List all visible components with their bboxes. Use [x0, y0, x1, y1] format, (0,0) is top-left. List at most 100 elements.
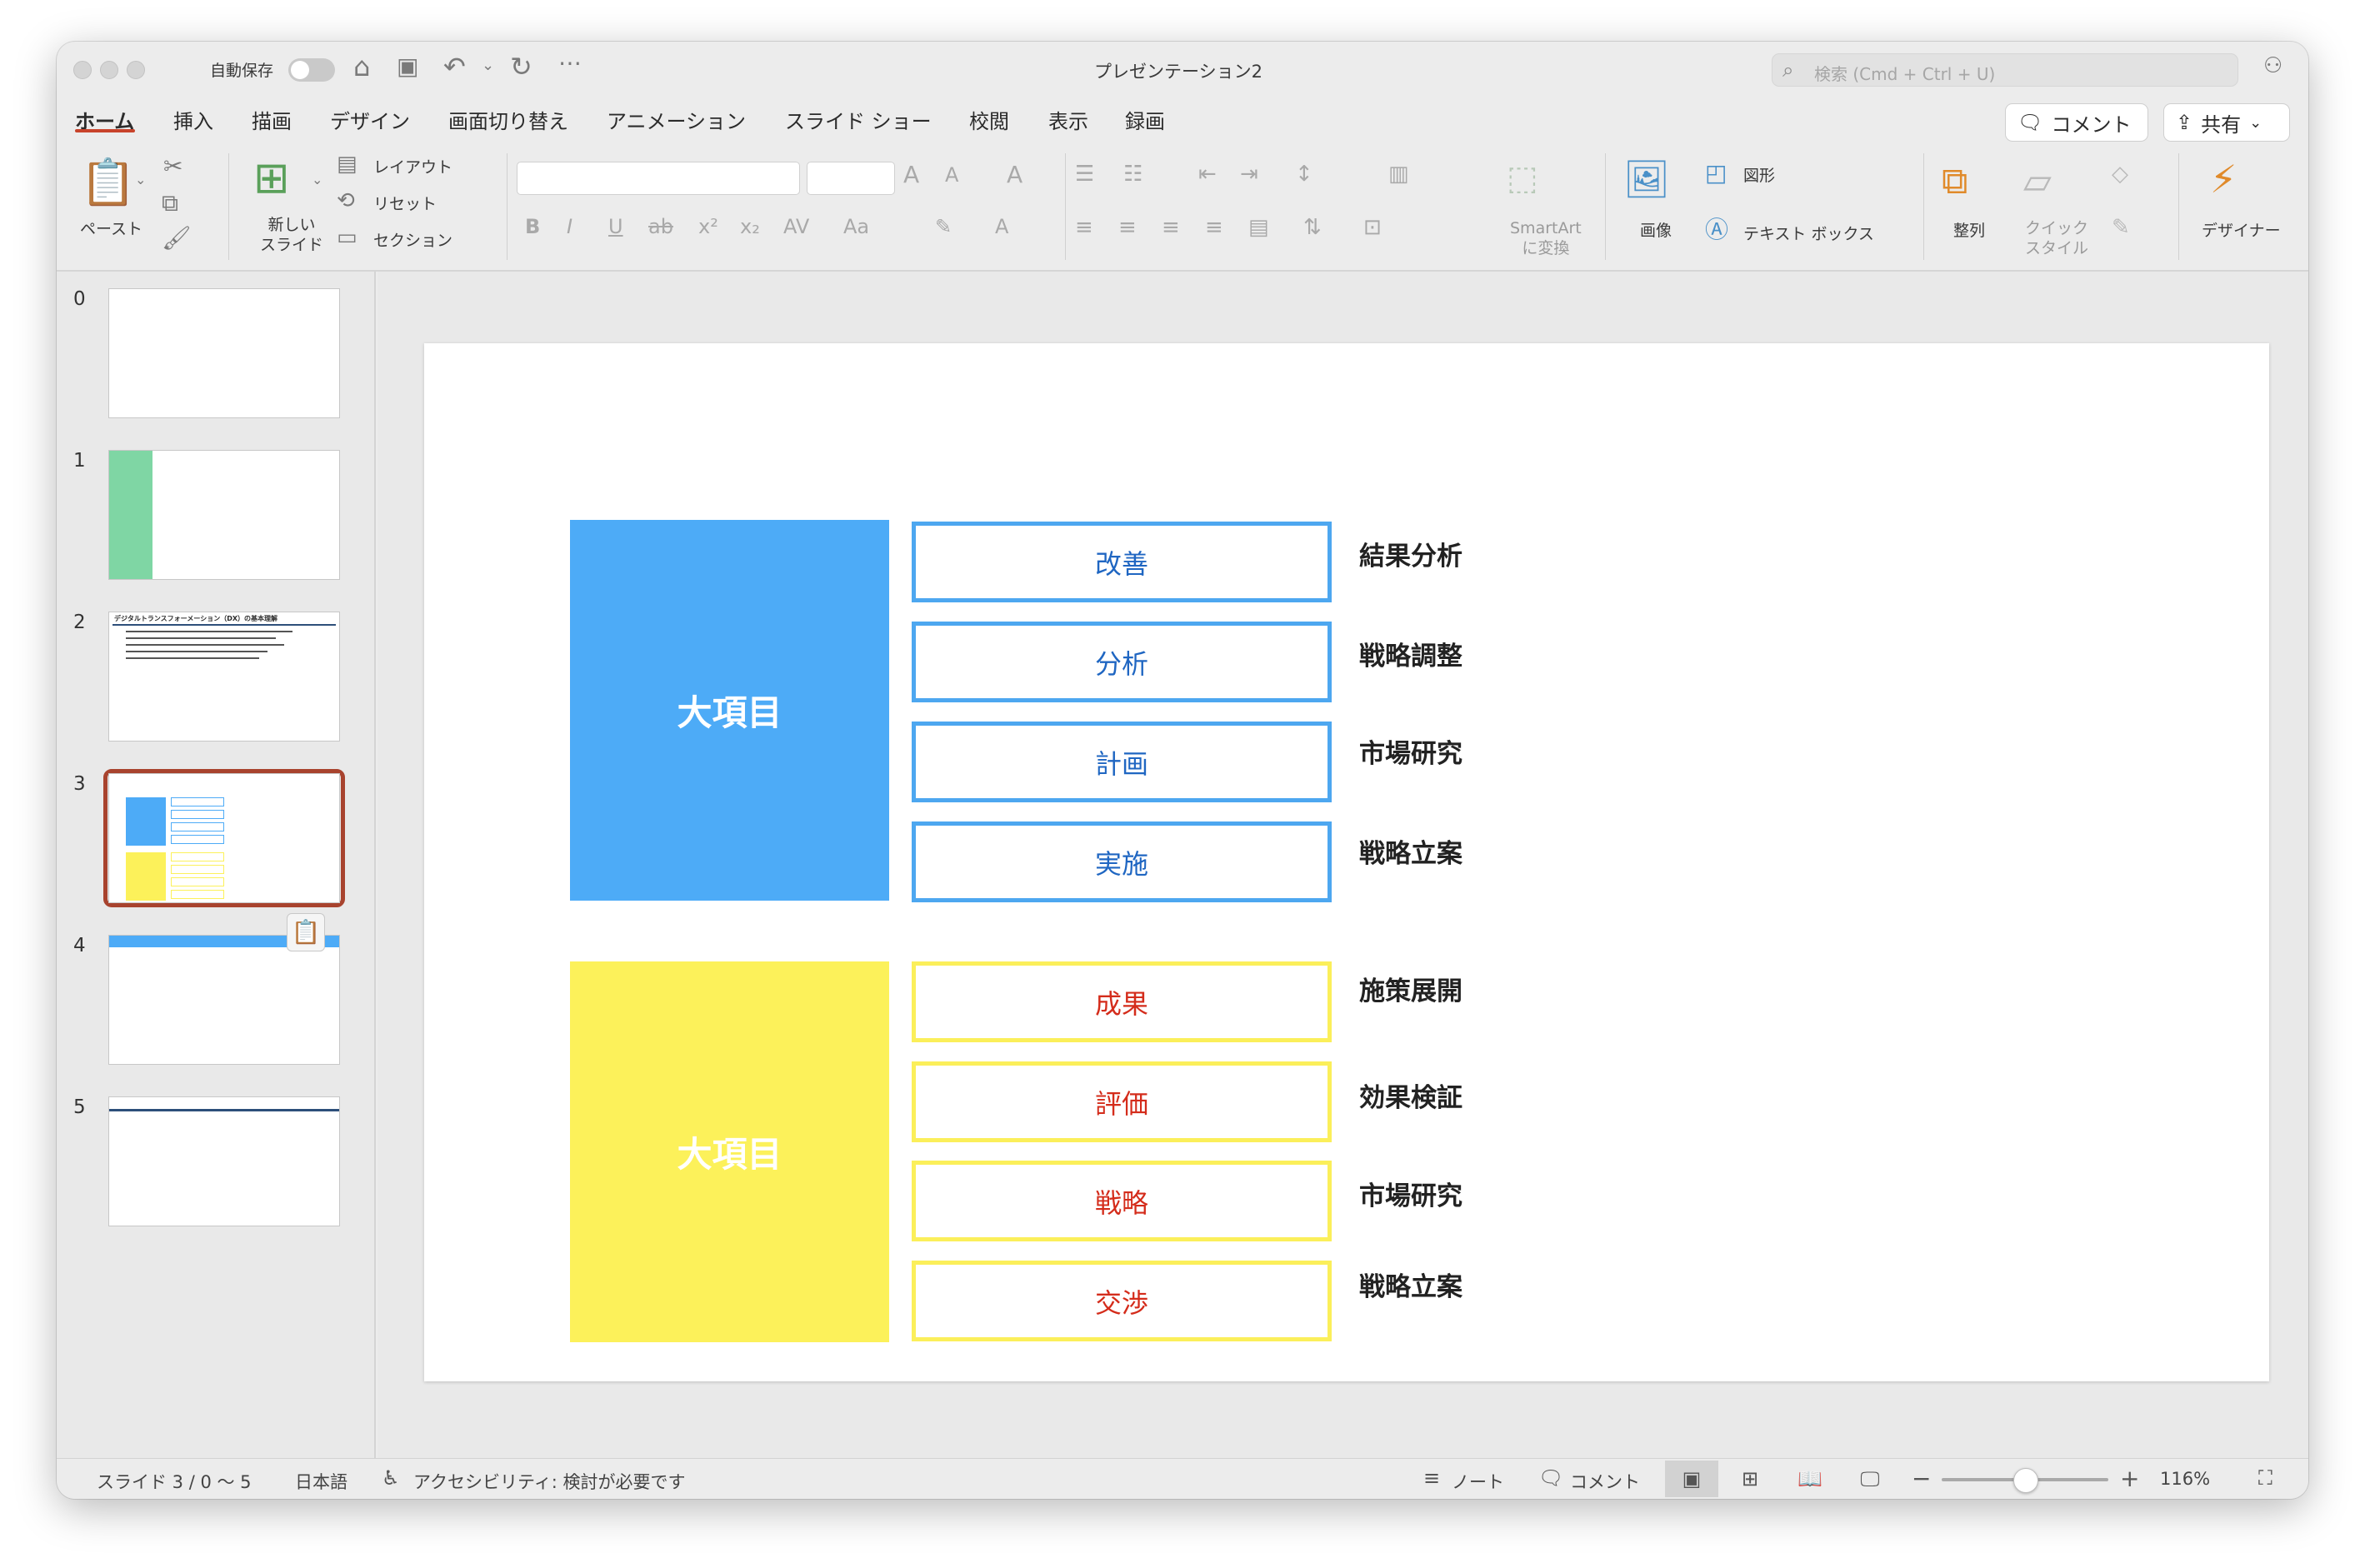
decrease-font-icon[interactable]: A — [945, 165, 958, 185]
slide-thumbnail-5[interactable] — [108, 1096, 340, 1226]
italic-icon[interactable]: I — [567, 217, 572, 237]
increase-indent-icon[interactable]: ⇥ — [1240, 163, 1258, 185]
font-name-dropdown[interactable] — [517, 162, 800, 195]
font-size-dropdown[interactable] — [807, 162, 895, 195]
bullets-icon[interactable]: ☰ — [1075, 163, 1094, 185]
distributed-icon[interactable]: ▤ — [1248, 217, 1269, 238]
reset-icon[interactable]: ⟲ — [337, 190, 355, 212]
zoom-out-icon[interactable]: − — [1912, 1465, 1931, 1492]
minimize-window-button[interactable] — [100, 61, 118, 79]
quick-style-icon[interactable]: ▱ — [2023, 163, 2052, 200]
item-box[interactable]: 評価 — [912, 1061, 1332, 1142]
tab-record[interactable]: 録画 — [1125, 105, 1165, 134]
comments-button[interactable]: コメント — [1570, 1469, 1640, 1494]
description-text[interactable]: 戦略立案 — [1359, 1266, 1462, 1303]
reset-button[interactable]: リセット — [373, 192, 437, 214]
font-color-icon[interactable]: A — [995, 217, 1008, 237]
description-text[interactable]: 効果検証 — [1359, 1076, 1462, 1114]
slide-thumbnail-0[interactable] — [108, 288, 340, 418]
columns-icon[interactable]: ▥ — [1388, 163, 1409, 185]
superscript-icon[interactable]: x² — [698, 217, 718, 237]
tab-animations[interactable]: アニメーション — [607, 105, 746, 134]
clear-format-icon[interactable]: A — [1007, 163, 1022, 187]
shape-fill-icon[interactable]: ◇ — [2112, 163, 2128, 185]
section-button[interactable]: セクション — [373, 228, 452, 251]
description-text[interactable]: 結果分析 — [1359, 535, 1462, 572]
language-indicator[interactable]: 日本語 — [295, 1469, 348, 1494]
tab-view[interactable]: 表示 — [1048, 105, 1088, 134]
comment-button[interactable]: 🗨 コメント — [2005, 103, 2148, 142]
slide-thumbnail-2[interactable]: デジタルトランスフォーメーション（DX）の基本理解 — [108, 612, 340, 742]
shapes-label[interactable]: 図形 — [1743, 163, 1775, 186]
description-text[interactable]: 戦略調整 — [1359, 635, 1462, 672]
accessibility-status[interactable]: アクセシビリティ: 検討が必要です — [413, 1469, 685, 1494]
copy-icon[interactable]: ⧉ — [162, 192, 178, 215]
tab-design[interactable]: デザイン — [330, 105, 410, 134]
highlight-icon[interactable]: ✎ — [935, 217, 952, 237]
comments-icon[interactable]: 🗨 — [1538, 1466, 1563, 1490]
slide-thumbnail-3[interactable] — [108, 773, 340, 903]
item-box[interactable]: 交渉 — [912, 1261, 1332, 1341]
slideshow-button[interactable]: 🖵 — [1843, 1461, 1897, 1497]
layout-icon[interactable]: ▤ — [337, 153, 358, 175]
subscript-icon[interactable]: x₂ — [740, 217, 760, 237]
zoom-in-icon[interactable]: + — [2120, 1465, 2139, 1492]
smartart-icon[interactable]: ⬚ — [1507, 162, 1538, 195]
character-spacing-icon[interactable]: AV — [783, 217, 809, 237]
numbering-icon[interactable]: ☷ — [1123, 163, 1142, 185]
format-painter-icon[interactable]: 🖌 — [162, 227, 192, 250]
designer-icon[interactable]: ⚡ — [2210, 160, 2237, 198]
description-text[interactable]: 戦略立案 — [1359, 832, 1462, 870]
item-box[interactable]: 戦略 — [912, 1161, 1332, 1241]
underline-icon[interactable]: U — [608, 217, 623, 237]
cut-icon[interactable]: ✂ — [163, 155, 182, 178]
paste-dropdown-icon[interactable]: ⌄ — [135, 173, 146, 187]
more-icon[interactable]: ⋯ — [558, 52, 582, 75]
text-direction-icon[interactable]: ⇅ — [1303, 217, 1322, 238]
slide-thumbnail-4[interactable] — [108, 935, 340, 1065]
description-text[interactable]: 市場研究 — [1359, 1175, 1462, 1212]
line-spacing-icon[interactable]: ↕ — [1295, 163, 1313, 185]
slide-thumbnail-1[interactable] — [108, 450, 340, 580]
shapes-icon[interactable]: ◰ — [1705, 162, 1727, 185]
item-box[interactable]: 改善 — [912, 522, 1332, 602]
justify-icon[interactable]: ≡ — [1205, 217, 1223, 238]
item-box[interactable]: 実施 — [912, 821, 1332, 902]
shape-outline-icon[interactable]: ✎ — [2112, 217, 2130, 238]
change-case-icon[interactable]: Aa — [843, 217, 869, 237]
undo-icon[interactable]: ↶ — [443, 53, 466, 80]
strikethrough-icon[interactable]: ab — [648, 217, 673, 237]
zoom-window-button[interactable] — [127, 61, 145, 79]
section-icon[interactable]: ▭ — [337, 227, 358, 248]
zoom-slider-handle[interactable] — [2013, 1468, 2038, 1493]
undo-dropdown-icon[interactable]: ⌄ — [482, 58, 494, 73]
zoom-level[interactable]: 116% — [2160, 1469, 2210, 1489]
textbox-label[interactable]: テキスト ボックス — [1743, 222, 1874, 244]
new-slide-icon[interactable]: ⊞ — [253, 157, 290, 200]
new-slide-dropdown-icon[interactable]: ⌄ — [312, 173, 322, 187]
tab-transitions[interactable]: 画面切り替え — [448, 105, 568, 134]
description-text[interactable]: 市場研究 — [1359, 732, 1462, 770]
bold-icon[interactable]: B — [525, 217, 540, 237]
description-text[interactable]: 施策展開 — [1359, 970, 1462, 1007]
normal-view-button[interactable]: ▣ — [1665, 1461, 1718, 1497]
align-right-icon[interactable]: ≡ — [1162, 217, 1180, 238]
reading-view-button[interactable]: 📖 — [1783, 1461, 1837, 1497]
tab-draw[interactable]: 描画 — [252, 105, 292, 134]
search-field[interactable]: ⌕ 検索 (Cmd + Ctrl + U) — [1772, 53, 2238, 87]
paste-icon[interactable]: 📋 — [80, 160, 136, 205]
home-icon[interactable]: ⌂ — [353, 53, 370, 80]
slide-sorter-button[interactable]: ⊞ — [1723, 1461, 1777, 1497]
textbox-icon[interactable]: Ⓐ — [1705, 218, 1728, 242]
image-icon[interactable]: 🖼 — [1623, 162, 1670, 198]
item-box[interactable]: 成果 — [912, 961, 1332, 1042]
main-item-block-yellow[interactable]: 大項目 — [570, 961, 889, 1342]
decrease-indent-icon[interactable]: ⇤ — [1198, 163, 1217, 185]
redo-icon[interactable]: ↻ — [510, 53, 532, 80]
align-text-icon[interactable]: ⊡ — [1363, 217, 1382, 238]
accessibility-icon[interactable]: ♿ — [382, 1466, 400, 1490]
notes-icon[interactable]: ≡ — [1423, 1466, 1440, 1490]
item-box[interactable]: 計画 — [912, 722, 1332, 802]
item-box[interactable]: 分析 — [912, 622, 1332, 702]
align-left-icon[interactable]: ≡ — [1075, 217, 1093, 238]
